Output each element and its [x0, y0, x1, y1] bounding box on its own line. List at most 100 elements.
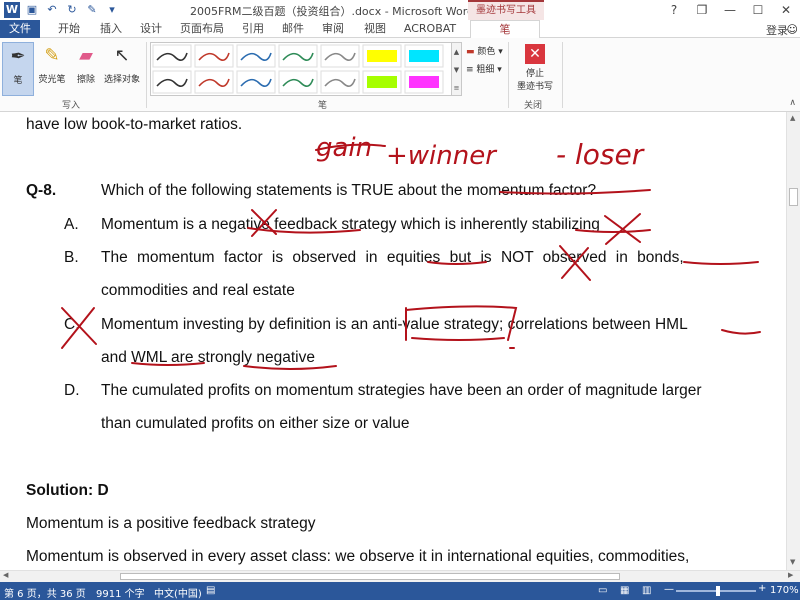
- group-separator: [562, 42, 563, 108]
- pen-swatch[interactable]: [362, 70, 402, 94]
- scroll-left-icon[interactable]: ◀: [3, 571, 8, 579]
- pen-swatch[interactable]: [278, 44, 318, 68]
- pen-swatch[interactable]: [362, 44, 402, 68]
- color-icon: ▬: [466, 47, 475, 57]
- save-icon[interactable]: ▣: [24, 2, 40, 18]
- pen-swatch[interactable]: [320, 70, 360, 94]
- option-d-text-2: than cumulated profits on either size or…: [101, 415, 410, 432]
- word-count[interactable]: 9911 个字: [96, 585, 145, 600]
- window-title: 2005FRM二级百题（投资组合）.docx - Microsoft Word: [190, 5, 475, 18]
- tab-insert[interactable]: 插入: [96, 20, 126, 38]
- document-page[interactable]: have low book-to-market ratios. Q-8. Whi…: [0, 112, 786, 570]
- zoom-in-button[interactable]: +: [758, 583, 766, 594]
- page-count[interactable]: 第 6 页，共 36 页: [4, 585, 86, 600]
- pen-swatch[interactable]: [194, 70, 234, 94]
- zoom-out-button[interactable]: —: [664, 584, 674, 595]
- tab-review[interactable]: 审阅: [318, 20, 348, 38]
- option-c-text-2: and WML are strongly negative: [101, 349, 315, 366]
- underline-hml: [721, 329, 761, 335]
- ink-gain: gain: [316, 133, 372, 163]
- solution-line-1: Momentum is a positive feedback strategy: [26, 515, 316, 532]
- vertical-scrollbar[interactable]: ▲ ▼: [786, 112, 800, 570]
- minimize-button[interactable]: —: [716, 0, 744, 20]
- red-ink-text: gain +winner - loser: [316, 133, 645, 171]
- group-separator: [508, 42, 509, 108]
- collapse-ribbon-icon[interactable]: ∧: [789, 98, 796, 108]
- status-bar: 第 6 页，共 36 页 9911 个字 中文(中国) ▤ ▭ ▦ ▥ — + …: [0, 582, 800, 600]
- maximize-button[interactable]: ☐: [744, 0, 772, 20]
- option-b-text-2: commodities and real estate: [101, 282, 295, 299]
- pen-swatch[interactable]: [320, 44, 360, 68]
- scroll-down-icon[interactable]: ▼: [790, 558, 795, 566]
- customize-icon[interactable]: ▾: [104, 2, 120, 18]
- pen-swatch[interactable]: [404, 44, 444, 68]
- pen-swatch[interactable]: [404, 70, 444, 94]
- option-c-text: Momentum investing by definition is an a…: [101, 316, 688, 333]
- option-d-text: The cumulated profits on momentum strate…: [101, 382, 702, 399]
- draw-icon[interactable]: ✎: [84, 2, 100, 18]
- solution-line-2: Momentum is observed in every asset clas…: [26, 548, 690, 565]
- zoom-slider-knob[interactable]: [716, 586, 720, 596]
- sign-in-link[interactable]: 登录: [766, 22, 788, 38]
- question-number: Q-8.: [26, 182, 57, 199]
- vertical-scroll-thumb[interactable]: [789, 188, 798, 206]
- tab-view[interactable]: 视图: [360, 20, 390, 38]
- pen-swatch[interactable]: [152, 44, 192, 68]
- language[interactable]: 中文(中国): [154, 585, 202, 600]
- gain-strike: [315, 143, 386, 151]
- horizontal-scrollbar[interactable]: ◀ ▶: [0, 570, 800, 582]
- select-objects-button[interactable]: ↖ 选择对象: [102, 42, 142, 96]
- pen-gallery: [150, 42, 452, 96]
- undo-icon[interactable]: ↶: [44, 2, 60, 18]
- smiley-icon[interactable]: ☺: [787, 23, 798, 36]
- tab-home[interactable]: 开始: [52, 20, 86, 38]
- scroll-right-icon[interactable]: ▶: [788, 571, 793, 579]
- eraser-icon: ▰: [79, 45, 93, 66]
- tab-acrobat[interactable]: ACROBAT: [402, 20, 458, 38]
- pen-thickness-dropdown[interactable]: ≡ 粗细 ▾: [466, 62, 502, 75]
- tab-pen[interactable]: 笔: [470, 20, 540, 39]
- stop-x-icon: ✕: [525, 44, 545, 64]
- write-group-label: 写入: [62, 101, 81, 111]
- pen-swatch[interactable]: [236, 44, 276, 68]
- tab-design[interactable]: 设计: [136, 20, 166, 38]
- close-button[interactable]: ✕: [772, 0, 800, 20]
- doc-line-top: have low book-to-market ratios.: [26, 116, 243, 133]
- ribbon-display-button[interactable]: ❐: [688, 0, 716, 20]
- ribbon: ✒ 笔 ✎ 荧光笔 ▰ 擦除 ↖ 选择对象 写入 ▲ ▼ ≡ ▬ 颜色 ▾ ≡ 粗细…: [0, 38, 800, 112]
- window-controls: ? ❐ — ☐ ✕: [660, 0, 800, 20]
- ink-tools-contextual-tab: 墨迹书写工具: [468, 0, 544, 20]
- pen-swatch[interactable]: [152, 70, 192, 94]
- tab-references[interactable]: 引用: [238, 20, 268, 38]
- eraser-button[interactable]: ▰ 擦除: [70, 42, 102, 96]
- tab-file[interactable]: 文件: [0, 20, 40, 38]
- tab-mailings[interactable]: 邮件: [278, 20, 308, 38]
- ink-plus-winner: +winner: [386, 141, 498, 171]
- highlighter-icon: ✎: [44, 45, 60, 66]
- solution-heading: Solution: D: [26, 482, 109, 499]
- highlighter-button[interactable]: ✎ 荧光笔: [36, 42, 68, 96]
- title-bar: W ▣ ↶ ↻ ✎ ▾ 2005FRM二级百题（投资组合）.docx - Mic…: [0, 0, 800, 20]
- pen-gallery-scroll[interactable]: ▲ ▼ ≡: [452, 42, 462, 96]
- read-mode-icon[interactable]: ▭: [598, 585, 607, 596]
- pen-swatch[interactable]: [194, 44, 234, 68]
- print-layout-icon[interactable]: ▦: [620, 585, 629, 596]
- scroll-up-icon[interactable]: ▲: [790, 114, 795, 122]
- option-a-letter: A.: [64, 216, 79, 233]
- zoom-level[interactable]: 170%: [770, 585, 799, 596]
- option-d-letter: D.: [64, 382, 80, 399]
- stop-inking-button[interactable]: ✕ 停止 墨迹书写: [512, 42, 558, 96]
- redo-icon[interactable]: ↻: [64, 2, 80, 18]
- group-separator: [146, 42, 147, 108]
- cross-stabilizing: [604, 213, 641, 245]
- pen-swatch[interactable]: [278, 70, 318, 94]
- pen-button[interactable]: ✒ 笔: [2, 42, 34, 96]
- tab-layout[interactable]: 页面布局: [176, 20, 228, 38]
- pen-color-dropdown[interactable]: ▬ 颜色 ▾: [466, 44, 503, 57]
- web-layout-icon[interactable]: ▥: [642, 585, 651, 596]
- pen-icon: ✒: [10, 46, 26, 67]
- pen-swatch[interactable]: [236, 70, 276, 94]
- help-button[interactable]: ?: [660, 0, 688, 20]
- proofing-icon[interactable]: ▤: [206, 585, 215, 596]
- horizontal-scroll-thumb[interactable]: [120, 573, 620, 580]
